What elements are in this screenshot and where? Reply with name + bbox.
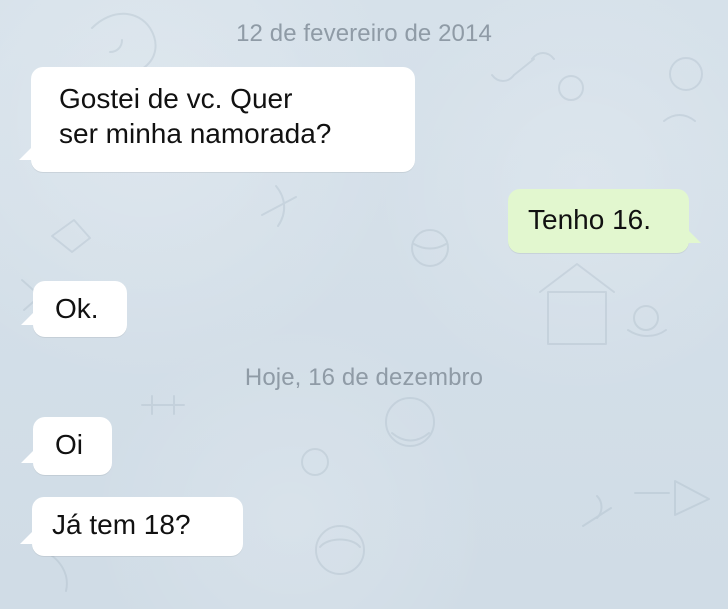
date-separator-today: Hoje, 16 de dezembro (244, 364, 484, 391)
message-bubble: Gostei de vc. Quer ser minha namorada? (31, 67, 415, 172)
message-bubble: Já tem 18? (32, 497, 243, 556)
message-text: Ok. (55, 293, 99, 324)
message-text: Gostei de vc. Quer ser minha namorada? (59, 83, 332, 149)
message-bubble: Tenho 16. (508, 189, 689, 253)
message-bubble: Oi (33, 417, 112, 475)
message-text: Já tem 18? (52, 509, 191, 540)
message-bubble: Ok. (33, 281, 127, 337)
message-text: Tenho 16. (528, 204, 651, 235)
message-text: Oi (55, 429, 83, 460)
date-separator-top: 12 de fevereiro de 2014 (236, 20, 492, 47)
chat-window: 12 de fevereiro de 2014 Gostei de vc. Qu… (0, 0, 728, 609)
